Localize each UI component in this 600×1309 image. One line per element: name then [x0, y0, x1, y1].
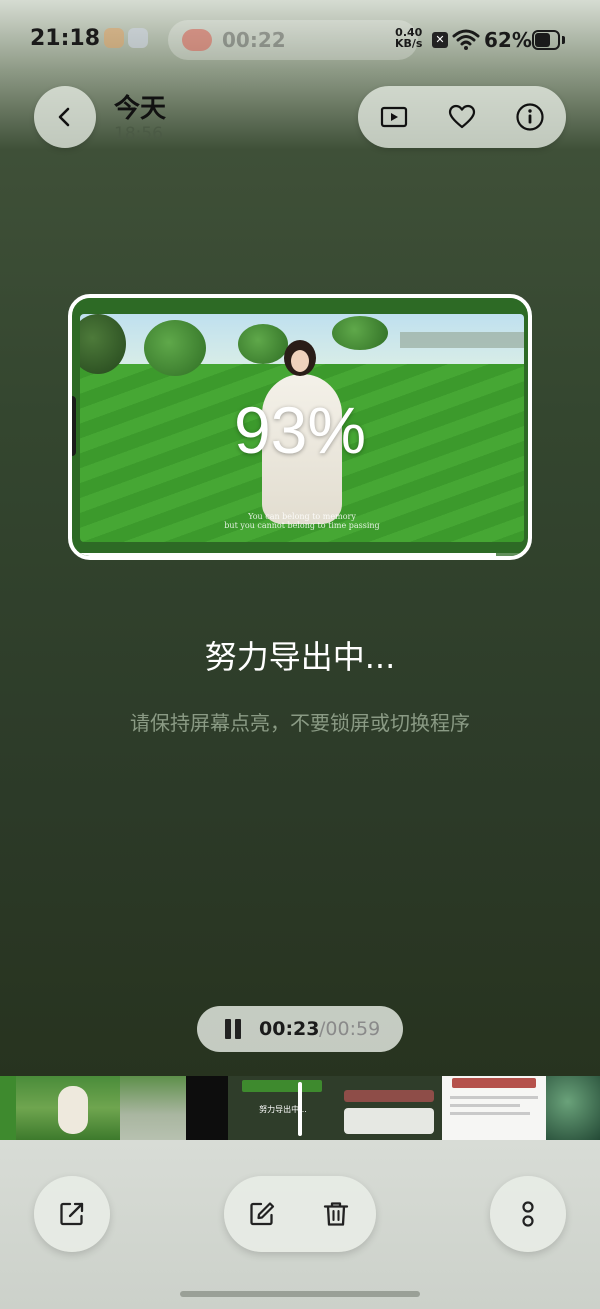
edit-delete-group: [224, 1176, 376, 1252]
info-button[interactable]: [514, 101, 546, 133]
more-icon: [522, 1201, 534, 1227]
filmstrip-frame: [0, 1076, 16, 1140]
export-progress-fill: [72, 553, 497, 556]
network-speed: 0.40 KB/s: [395, 27, 422, 49]
filmstrip-playhead[interactable]: [298, 1082, 302, 1136]
wifi-icon: [452, 29, 480, 50]
status-bar: 21:18 00:22 0.40 KB/s ✕ 62%: [0, 0, 600, 80]
filmstrip-frame: [546, 1076, 600, 1140]
export-progress-percent: 93%: [233, 393, 367, 467]
page-title: 今天: [114, 94, 167, 124]
total-time: /00:59: [319, 1018, 381, 1040]
export-preview: You can belong to memory but you cannot …: [68, 294, 532, 560]
recording-icon: [182, 29, 212, 51]
playback-control: 00:23 /00:59: [197, 1006, 403, 1052]
recording-timer: 00:22: [222, 28, 286, 52]
battery-percent: 62%: [484, 28, 532, 52]
edit-button[interactable]: [246, 1198, 278, 1230]
play-icon: [380, 106, 408, 128]
back-icon: [58, 107, 70, 127]
export-progress-bar: [72, 553, 528, 556]
filmstrip-frame: [442, 1076, 546, 1140]
status-time: 21:18: [30, 26, 101, 51]
network-speed-unit: KB/s: [395, 37, 423, 50]
header-actions: [358, 86, 566, 148]
battery-cap: [562, 36, 565, 44]
app-notification-icon: [128, 28, 148, 48]
app-notification-icon: [104, 28, 124, 48]
home-indicator[interactable]: [180, 1291, 420, 1297]
play-button[interactable]: [378, 101, 410, 133]
current-time: 00:23: [259, 1018, 320, 1040]
filmstrip-frame: [16, 1076, 120, 1140]
filmstrip-frame: [338, 1076, 442, 1140]
delete-icon: [323, 1202, 349, 1226]
share-icon: [60, 1202, 84, 1226]
delete-button[interactable]: [320, 1198, 352, 1230]
export-status-title: 努力导出中...: [204, 638, 396, 676]
export-hint: 请保持屏幕点亮，不要锁屏或切换程序: [130, 711, 470, 735]
filmstrip-frame: [120, 1076, 186, 1140]
edit-icon: [250, 1202, 275, 1226]
preview-caption: but you cannot belong to time passing: [224, 521, 380, 530]
preview-frame-strip: [72, 298, 528, 310]
battery-icon: [532, 30, 560, 50]
pause-button[interactable]: [223, 1019, 243, 1039]
page-subtitle-time: 18:56: [114, 124, 163, 144]
filmstrip-frame: [186, 1076, 228, 1140]
more-button[interactable]: [490, 1176, 566, 1252]
share-button[interactable]: [34, 1176, 110, 1252]
sim-disabled-icon: ✕: [432, 32, 448, 48]
back-button[interactable]: [34, 86, 96, 148]
filmstrip-frame-text: 努力导出中...: [259, 1105, 307, 1114]
preview-caption: You can belong to memory: [248, 512, 356, 521]
filmstrip-frame: 努力导出中...: [228, 1076, 338, 1140]
info-icon: [516, 103, 544, 131]
favorite-button[interactable]: [446, 101, 478, 133]
heart-icon: [448, 104, 476, 129]
